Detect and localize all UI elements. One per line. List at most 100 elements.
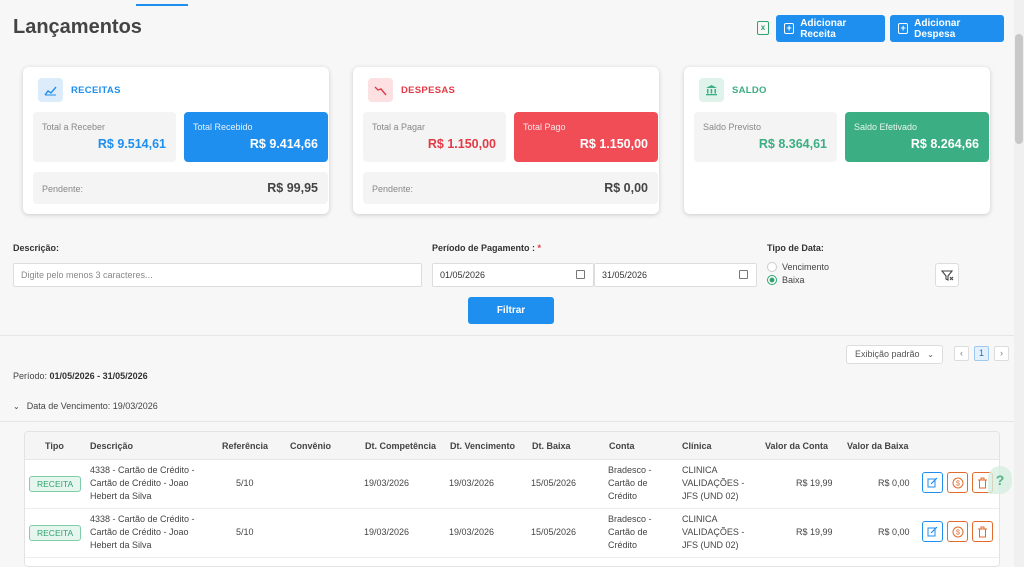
saldo-card-header: SALDO (699, 78, 767, 102)
table-row: RECEITA 4338 - Cartão de Crédito - Cartão… (25, 460, 999, 509)
clear-filter-icon[interactable] (935, 263, 959, 287)
date-end-value: 31/05/2026 (602, 270, 648, 280)
excel-export-icon[interactable]: x (757, 21, 769, 35)
total-recebido-value: R$ 9.414,66 (249, 137, 318, 151)
saldo-previsto-label: Saldo Previsto (703, 122, 762, 132)
column-header: Valor da Baixa (847, 441, 909, 451)
pendente-label: Pendente: (372, 184, 414, 194)
total-a-receber-box: Total a Receber R$ 9.514,61 (33, 112, 176, 162)
total-pago-box: Total Pago R$ 1.150,00 (514, 112, 658, 162)
delete-button[interactable] (972, 521, 993, 542)
group-label: Data de Vencimento: 19/03/2026 (26, 401, 158, 411)
column-header: Tipo (45, 441, 64, 451)
date-end-input[interactable]: 31/05/2026 (594, 263, 757, 287)
pendente-value: R$ 99,95 (267, 181, 318, 195)
tipo-badge: RECEITA (29, 525, 82, 541)
prev-page-button[interactable]: ‹ (954, 346, 969, 361)
periodo-summary-label: Período: (13, 371, 48, 381)
dt-competencia-cell: 19/03/2026 (364, 527, 410, 537)
group-divider (0, 421, 1014, 422)
page-title: Lançamentos (13, 16, 142, 38)
radio-vencimento-label: Vencimento (782, 262, 830, 272)
radio-baixa[interactable]: Baixa (767, 275, 805, 285)
add-receita-button[interactable]: + Adicionar Receita (776, 15, 885, 42)
saldo-card: SALDO Saldo Previsto R$ 8.364,61 Saldo E… (684, 67, 990, 214)
pay-button[interactable]: $ (947, 521, 968, 542)
group-header[interactable]: ⌄ Data de Vencimento: 19/03/2026 (13, 401, 158, 411)
edit-button[interactable] (922, 472, 943, 493)
conta-cell: Bradesco - Cartão de Crédito (608, 514, 652, 550)
page: Lançamentos x + Adicionar Receita + Adic… (0, 0, 1014, 567)
plus-icon: + (898, 23, 909, 34)
edit-button[interactable] (922, 521, 943, 542)
dollar-circle-icon: $ (952, 477, 963, 488)
descricao-label: Descrição: (13, 243, 60, 253)
radio-circle-selected[interactable] (767, 275, 777, 285)
table-row: RECEITA 4338 - Cartão de Crédito - Cartão… (25, 509, 999, 558)
next-page-button[interactable]: › (994, 346, 1009, 361)
bank-icon (699, 78, 724, 102)
descricao-input[interactable]: Digite pelo menos 3 caracteres... (13, 263, 422, 287)
clinica-cell: CLINICA VALIDAÇÕES - JFS (UND 02) (682, 465, 745, 501)
valor-baixa-cell: R$ 0,00 (878, 478, 910, 488)
radio-vencimento[interactable]: Vencimento (767, 262, 829, 272)
clinica-cell: CLINICA VALIDAÇÕES - JFS (UND 02) (682, 514, 745, 550)
calendar-icon[interactable] (576, 270, 585, 279)
filtrar-button[interactable]: Filtrar (468, 297, 554, 324)
saldo-previsto-value: R$ 8.364,61 (758, 137, 827, 151)
dt-vencimento-cell: 19/03/2026 (449, 527, 495, 537)
dt-baixa-cell: 15/05/2026 (531, 527, 577, 537)
radio-circle[interactable] (767, 262, 777, 272)
scrollbar[interactable] (1014, 0, 1024, 567)
trash-icon (978, 477, 987, 488)
current-page-button[interactable]: 1 (974, 346, 989, 361)
valor-conta-cell: R$ 19,99 (796, 478, 833, 488)
saldo-title: SALDO (732, 84, 767, 96)
periodo-label-text: Período de Pagamento : (432, 243, 536, 253)
scrollbar-thumb[interactable] (1015, 34, 1023, 144)
svg-text:$: $ (956, 529, 960, 536)
total-recebido-label: Total Recebido (193, 122, 253, 132)
column-header: Dt. Vencimento (450, 441, 516, 451)
add-despesa-button[interactable]: + Adicionar Despesa (890, 15, 1004, 42)
saldo-efetivado-label: Saldo Efetivado (854, 122, 918, 132)
edit-icon (927, 526, 938, 537)
despesas-title: DESPESAS (401, 84, 456, 96)
chevron-down-icon[interactable]: ⌄ (13, 402, 20, 411)
radio-baixa-label: Baixa (782, 275, 805, 285)
date-start-value: 01/05/2026 (440, 270, 486, 280)
saldo-previsto-box: Saldo Previsto R$ 8.364,61 (694, 112, 837, 162)
calendar-icon[interactable] (739, 270, 748, 279)
total-pago-label: Total Pago (523, 122, 566, 132)
required-mark: * (537, 243, 542, 253)
periodo-label: Período de Pagamento : * (432, 243, 541, 253)
conta-cell: Bradesco - Cartão de Crédito (608, 465, 652, 501)
column-header: Dt. Baixa (532, 441, 571, 451)
dt-competencia-cell: 19/03/2026 (364, 478, 410, 488)
tipo-data-label: Tipo de Data: (767, 243, 824, 253)
pendente-label: Pendente: (42, 184, 84, 194)
descricao-cell: 4338 - Cartão de Crédito - Cartão de Créd… (90, 465, 195, 501)
column-header: Descrição (90, 441, 134, 451)
periodo-summary: Período: 01/05/2026 - 31/05/2026 (13, 371, 148, 381)
pay-button[interactable]: $ (947, 472, 968, 493)
add-despesa-label: Adicionar Despesa (914, 17, 961, 40)
total-a-pagar-box: Total a Pagar R$ 1.150,00 (363, 112, 506, 162)
total-a-receber-label: Total a Receber (42, 122, 106, 132)
tipo-badge: RECEITA (29, 476, 82, 492)
view-select-value: Exibição padrão (855, 349, 920, 359)
top-tab-indicator (136, 4, 188, 6)
view-select[interactable]: Exibição padrão ⌄ (846, 345, 943, 364)
launches-table: Tipo Descrição Referência Convênio Dt. C… (24, 431, 1000, 567)
add-receita-label: Adicionar Receita (800, 17, 847, 40)
total-a-pagar-label: Total a Pagar (372, 122, 426, 132)
dt-vencimento-cell: 19/03/2026 (449, 478, 495, 488)
help-chat-icon[interactable]: ? (988, 466, 1012, 494)
referencia-cell: 5/10 (236, 527, 254, 537)
saldo-efetivado-value: R$ 8.264,66 (910, 137, 979, 151)
valor-conta-cell: R$ 19,99 (796, 527, 833, 537)
receitas-pendente-box: Pendente: R$ 99,95 (33, 172, 328, 204)
table-header: Tipo Descrição Referência Convênio Dt. C… (25, 432, 999, 460)
plus-icon: + (784, 23, 795, 34)
date-start-input[interactable]: 01/05/2026 (432, 263, 594, 287)
